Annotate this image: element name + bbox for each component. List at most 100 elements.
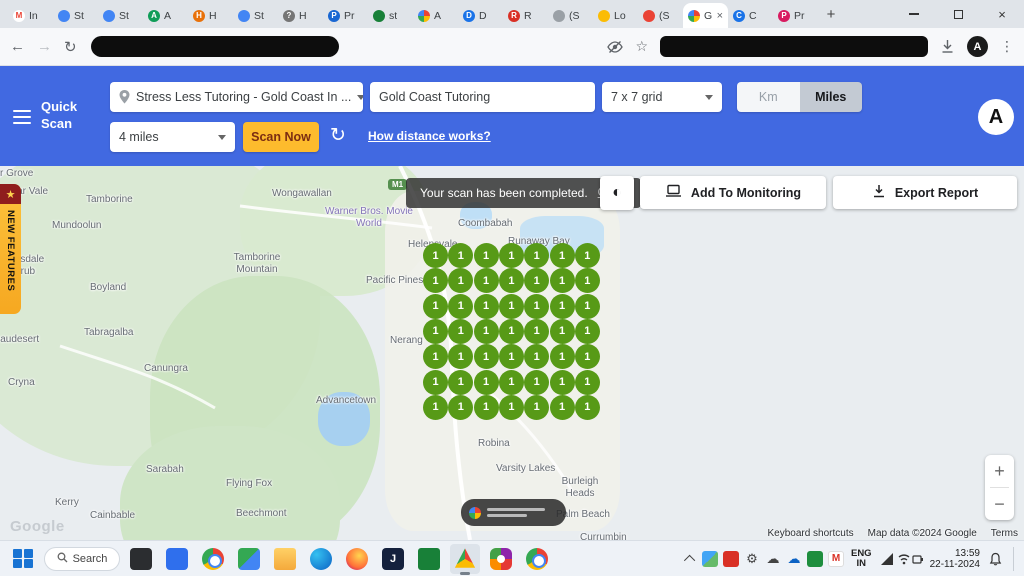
grid-rank-marker[interactable]: 1 xyxy=(575,294,600,319)
tray-expand-chevron-icon[interactable] xyxy=(684,554,695,565)
browser-tab[interactable]: CC xyxy=(728,3,773,28)
taskbar-clock[interactable]: 13:59 22-11-2024 xyxy=(930,548,980,570)
browser-tab[interactable]: AA xyxy=(143,3,188,28)
cloud-tray-icon[interactable]: ☁ xyxy=(765,551,781,567)
grid-rank-marker[interactable]: 1 xyxy=(524,344,549,369)
grid-rank-marker[interactable]: 1 xyxy=(499,319,524,344)
browser-tab[interactable]: St xyxy=(53,3,98,28)
maximize-button[interactable] xyxy=(936,0,980,28)
grid-rank-marker[interactable]: 1 xyxy=(550,243,575,268)
grid-rank-marker[interactable]: 1 xyxy=(499,268,524,293)
grid-rank-marker[interactable]: 1 xyxy=(550,370,575,395)
grid-rank-marker[interactable]: 1 xyxy=(474,268,499,293)
new-tab-button[interactable]: + xyxy=(818,6,844,28)
grid-rank-marker[interactable]: 1 xyxy=(499,395,524,420)
grid-rank-marker[interactable]: 1 xyxy=(524,395,549,420)
language-indicator[interactable]: ENG IN xyxy=(851,549,872,569)
browser-tab[interactable]: A xyxy=(413,3,458,28)
ms-store-app[interactable] xyxy=(162,544,192,574)
network-volume-icons[interactable] xyxy=(879,551,923,567)
notifications-bell-icon[interactable] xyxy=(989,552,1002,566)
tab-close-icon[interactable]: × xyxy=(717,10,723,22)
how-distance-works-link[interactable]: How distance works? xyxy=(368,129,491,143)
reload-button[interactable]: ↻ xyxy=(64,38,77,56)
grid-rank-marker[interactable]: 1 xyxy=(423,319,448,344)
keyword-input[interactable]: Gold Coast Tutoring xyxy=(370,82,595,112)
forward-button[interactable]: → xyxy=(37,38,52,55)
grid-rank-marker[interactable]: 1 xyxy=(550,294,575,319)
grid-rank-marker[interactable]: 1 xyxy=(575,319,600,344)
refresh-scan-icon[interactable]: ↻ xyxy=(330,124,346,147)
grid-rank-marker[interactable]: 1 xyxy=(448,319,473,344)
grid-rank-marker[interactable]: 1 xyxy=(499,344,524,369)
gmail-tray-icon[interactable]: M xyxy=(828,551,844,567)
grid-rank-marker[interactable]: 1 xyxy=(423,294,448,319)
grid-rank-marker[interactable]: 1 xyxy=(499,294,524,319)
browser-tab[interactable]: St xyxy=(98,3,143,28)
grid-rank-marker[interactable]: 1 xyxy=(550,268,575,293)
rank-tracker-app[interactable] xyxy=(450,544,480,574)
grid-rank-marker[interactable]: 1 xyxy=(448,395,473,420)
task-view-app[interactable] xyxy=(126,544,156,574)
terms-link[interactable]: Terms xyxy=(991,528,1018,539)
browser-tab[interactable]: PPr xyxy=(323,3,368,28)
grid-rank-marker[interactable]: 1 xyxy=(474,319,499,344)
grid-rank-marker[interactable]: 1 xyxy=(423,395,448,420)
grid-rank-marker[interactable]: 1 xyxy=(423,370,448,395)
grid-rank-marker[interactable]: 1 xyxy=(474,344,499,369)
sheets-app[interactable] xyxy=(414,544,444,574)
browser-tab[interactable]: G× xyxy=(683,3,728,28)
grid-rank-marker[interactable]: 1 xyxy=(575,395,600,420)
unit-miles-option[interactable]: Miles xyxy=(800,82,863,112)
map-canvas[interactable]: r Groveedar ValeTamborineWongawallanMund… xyxy=(0,166,1024,540)
grid-rank-marker[interactable]: 1 xyxy=(524,370,549,395)
firefox-app[interactable] xyxy=(342,544,372,574)
browser-tab[interactable]: (S xyxy=(548,3,593,28)
grid-rank-marker[interactable]: 1 xyxy=(474,243,499,268)
business-search-input[interactable]: Stress Less Tutoring - Gold Coast In ... xyxy=(110,82,363,112)
export-report-button[interactable]: Export Report xyxy=(833,176,1017,209)
eye-off-icon[interactable] xyxy=(607,39,623,55)
grid-rank-marker[interactable]: 1 xyxy=(423,344,448,369)
grid-rank-marker[interactable]: 1 xyxy=(474,370,499,395)
browser-tab[interactable]: HH xyxy=(188,3,233,28)
browser-tab[interactable]: Lo xyxy=(593,3,638,28)
grid-rank-marker[interactable]: 1 xyxy=(448,243,473,268)
grid-rank-marker[interactable]: 1 xyxy=(499,370,524,395)
grid-rank-marker[interactable]: 1 xyxy=(575,243,600,268)
hamburger-menu-icon[interactable] xyxy=(13,110,31,128)
zoom-out-button[interactable]: − xyxy=(985,488,1014,520)
file-explorer-app[interactable] xyxy=(270,544,300,574)
app-logo[interactable]: A xyxy=(978,99,1014,135)
edge-app[interactable] xyxy=(306,544,336,574)
add-to-monitoring-button[interactable]: Add To Monitoring xyxy=(640,176,826,209)
browser-tab[interactable]: St xyxy=(233,3,278,28)
maps-app[interactable] xyxy=(234,544,264,574)
grid-rank-marker[interactable]: 1 xyxy=(524,319,549,344)
browser-tab[interactable]: DD xyxy=(458,3,503,28)
grid-size-select[interactable]: 7 x 7 grid xyxy=(602,82,722,112)
grid-rank-marker[interactable]: 1 xyxy=(550,319,575,344)
grid-rank-marker[interactable]: 1 xyxy=(550,395,575,420)
profile-avatar[interactable]: A xyxy=(967,36,988,57)
browser-tab[interactable]: (S xyxy=(638,3,683,28)
grid-rank-marker[interactable]: 1 xyxy=(423,243,448,268)
scan-now-button[interactable]: Scan Now xyxy=(243,122,319,152)
map-contrast-button[interactable]: ◐ xyxy=(600,176,634,210)
start-button[interactable] xyxy=(8,544,38,574)
new-features-ribbon[interactable]: ★ NEW FEATURES xyxy=(0,184,21,314)
grid-rank-marker[interactable]: 1 xyxy=(575,344,600,369)
minimize-button[interactable] xyxy=(892,0,936,28)
show-desktop-button[interactable] xyxy=(1013,547,1016,571)
browser-tab[interactable]: ?H xyxy=(278,3,323,28)
defender-tray-icon[interactable] xyxy=(807,551,823,567)
photos-tray-icon[interactable] xyxy=(702,551,718,567)
grid-rank-marker[interactable]: 1 xyxy=(423,268,448,293)
grid-rank-marker[interactable]: 1 xyxy=(448,294,473,319)
browser-tab[interactable]: MIn xyxy=(8,3,53,28)
browser-tab[interactable]: RR xyxy=(503,3,548,28)
grid-rank-marker[interactable]: 1 xyxy=(575,370,600,395)
grid-rank-marker[interactable]: 1 xyxy=(448,268,473,293)
extensions-redacted[interactable] xyxy=(660,36,928,57)
j-app[interactable]: J xyxy=(378,544,408,574)
